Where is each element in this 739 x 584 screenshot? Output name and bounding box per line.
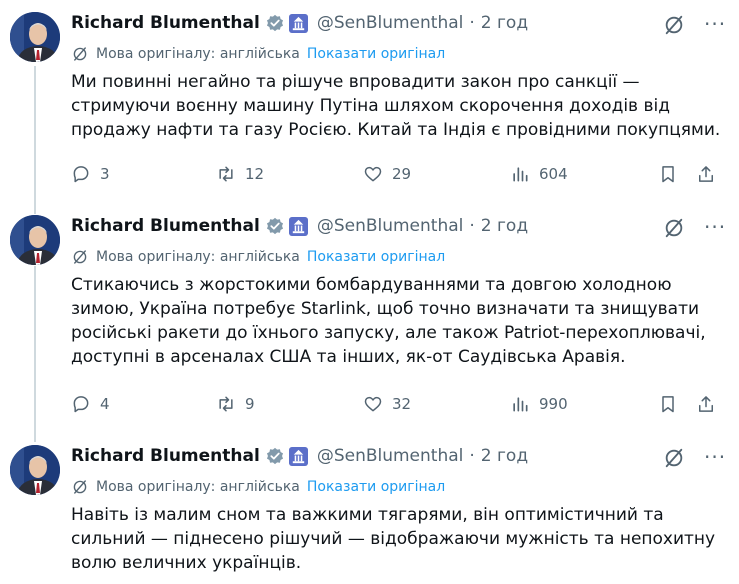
grok-icon[interactable] bbox=[663, 14, 685, 36]
heart-icon bbox=[364, 396, 382, 412]
more-options-icon[interactable]: ··· bbox=[704, 445, 726, 469]
reply-button[interactable]: 3 bbox=[71, 162, 110, 186]
grok-icon[interactable] bbox=[663, 217, 685, 239]
timestamp[interactable]: 2 год bbox=[481, 13, 528, 33]
repost-button[interactable]: 12 bbox=[216, 162, 264, 186]
government-building-icon[interactable] bbox=[288, 13, 308, 33]
like-count: 32 bbox=[392, 395, 412, 413]
views-button[interactable]: 990 bbox=[510, 392, 568, 416]
like-button[interactable]: 29 bbox=[363, 162, 411, 186]
tweet-text: Ми повинні негайно та рішуче впровадити … bbox=[71, 72, 721, 140]
reply-icon bbox=[73, 166, 89, 183]
translation-note: Мова оригіналу: англійська Показати ориг… bbox=[71, 477, 445, 497]
translation-note: Мова оригіналу: англійська Показати ориг… bbox=[71, 247, 445, 267]
action-bar: 3 12 29 604 bbox=[71, 162, 721, 186]
verified-badge-icon[interactable] bbox=[266, 217, 284, 235]
verified-badge-icon[interactable] bbox=[266, 447, 284, 465]
repost-icon bbox=[219, 166, 233, 182]
translation-source-text: Мова оригіналу: англійська bbox=[96, 479, 300, 495]
grok-icon[interactable] bbox=[663, 447, 685, 469]
repost-count: 9 bbox=[245, 395, 255, 413]
tweet-header: Richard Blumenthal @SenBlumenthal · 2 го… bbox=[71, 11, 528, 35]
author-handle[interactable]: @SenBlumenthal bbox=[317, 446, 464, 466]
timestamp[interactable]: 2 год bbox=[481, 216, 528, 236]
repost-icon bbox=[219, 396, 233, 412]
government-building-icon[interactable] bbox=[288, 216, 308, 236]
separator-dot: · bbox=[469, 216, 475, 236]
more-options-icon[interactable]: ··· bbox=[704, 215, 726, 239]
more-options-icon[interactable]: ··· bbox=[704, 12, 726, 36]
avatar[interactable] bbox=[10, 445, 60, 495]
repost-button[interactable]: 9 bbox=[216, 392, 255, 416]
author-handle[interactable]: @SenBlumenthal bbox=[317, 13, 464, 33]
action-bar: 4 9 32 990 bbox=[71, 392, 721, 416]
separator-dot: · bbox=[469, 13, 475, 33]
like-count: 29 bbox=[392, 165, 412, 183]
repost-count: 12 bbox=[245, 165, 265, 183]
timestamp[interactable]: 2 год bbox=[481, 446, 528, 466]
tweet[interactable]: Richard Blumenthal @SenBlumenthal · 2 го… bbox=[0, 0, 739, 212]
avatar[interactable] bbox=[10, 215, 60, 265]
bookmark-button[interactable] bbox=[658, 162, 678, 186]
translation-source-text: Мова оригіналу: англійська bbox=[96, 46, 300, 62]
tweet-text: Навіть із малим сном та важкими тягарями… bbox=[71, 505, 716, 573]
tweet-text: Стикаючись з жорстокими бомбардуваннями … bbox=[71, 275, 706, 367]
heart-icon bbox=[364, 166, 382, 182]
reply-count: 3 bbox=[100, 165, 110, 183]
author-name[interactable]: Richard Blumenthal bbox=[71, 13, 260, 33]
translate-icon bbox=[73, 47, 87, 61]
views-chart-icon bbox=[513, 397, 528, 412]
like-button[interactable]: 32 bbox=[363, 392, 411, 416]
share-button[interactable] bbox=[696, 392, 716, 416]
tweet[interactable]: Richard Blumenthal @SenBlumenthal · 2 го… bbox=[0, 203, 739, 435]
tweet-header: Richard Blumenthal @SenBlumenthal · 2 го… bbox=[71, 444, 528, 468]
views-chart-icon bbox=[513, 167, 528, 182]
bookmark-icon bbox=[662, 166, 674, 183]
government-building-icon[interactable] bbox=[288, 446, 308, 466]
bookmark-icon bbox=[662, 396, 674, 413]
show-original-link[interactable]: Показати оригінал bbox=[307, 479, 445, 495]
separator-dot: · bbox=[469, 446, 475, 466]
translate-icon bbox=[73, 250, 87, 264]
share-icon bbox=[699, 396, 713, 412]
author-name[interactable]: Richard Blumenthal bbox=[71, 216, 260, 236]
avatar[interactable] bbox=[10, 12, 60, 62]
translation-source-text: Мова оригіналу: англійська bbox=[96, 249, 300, 265]
bookmark-button[interactable] bbox=[658, 392, 678, 416]
tweet-header: Richard Blumenthal @SenBlumenthal · 2 го… bbox=[71, 214, 528, 238]
tweet[interactable]: Richard Blumenthal @SenBlumenthal · 2 го… bbox=[0, 433, 739, 584]
view-count: 604 bbox=[539, 165, 568, 183]
translate-icon bbox=[73, 480, 87, 494]
view-count: 990 bbox=[539, 395, 568, 413]
author-handle[interactable]: @SenBlumenthal bbox=[317, 216, 464, 236]
share-button[interactable] bbox=[696, 162, 716, 186]
verified-badge-icon[interactable] bbox=[266, 14, 284, 32]
author-name[interactable]: Richard Blumenthal bbox=[71, 446, 260, 466]
views-button[interactable]: 604 bbox=[510, 162, 568, 186]
show-original-link[interactable]: Показати оригінал bbox=[307, 249, 445, 265]
reply-button[interactable]: 4 bbox=[71, 392, 110, 416]
translation-note: Мова оригіналу: англійська Показати ориг… bbox=[71, 44, 445, 64]
reply-count: 4 bbox=[100, 395, 110, 413]
show-original-link[interactable]: Показати оригінал bbox=[307, 46, 445, 62]
reply-icon bbox=[73, 396, 89, 413]
share-icon bbox=[699, 166, 713, 182]
